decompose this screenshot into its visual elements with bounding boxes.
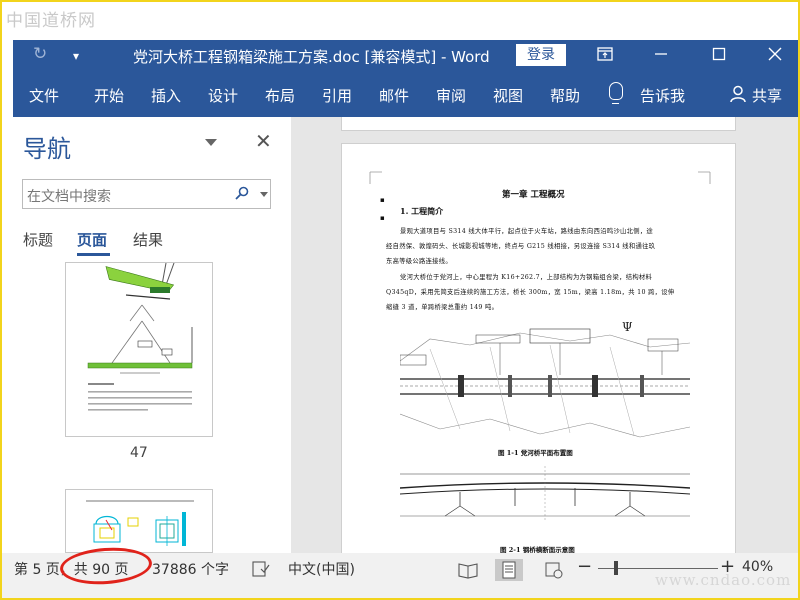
chapter-title: 第一章 工程概况 bbox=[502, 190, 565, 200]
cross-section-figure bbox=[400, 466, 690, 522]
tab-file[interactable]: 文件 bbox=[29, 85, 59, 106]
tab-help[interactable]: 帮助 bbox=[550, 85, 580, 106]
minimize-icon[interactable] bbox=[647, 42, 675, 70]
language-indicator[interactable]: 中文(中国) bbox=[288, 559, 355, 579]
bridge-plan-figure: Ψ bbox=[400, 320, 690, 438]
web-layout-icon[interactable] bbox=[540, 559, 568, 581]
print-layout-icon[interactable] bbox=[495, 559, 523, 581]
tab-design[interactable]: 设计 bbox=[208, 85, 238, 106]
tab-view[interactable]: 视图 bbox=[493, 85, 523, 106]
zoom-slider-thumb[interactable] bbox=[614, 561, 618, 575]
restore-icon[interactable] bbox=[705, 42, 733, 70]
paragraph-line: 党河大桥位于党河上，中心里程为 K16+262.7，上部结构为为钢箱组合梁，结构… bbox=[400, 274, 653, 281]
watermark-bottom: www.cndao.com bbox=[655, 571, 792, 589]
thumbnail-page-number: 47 bbox=[130, 445, 148, 461]
tab-insert[interactable]: 插入 bbox=[151, 85, 181, 106]
nav-options-dropdown-icon[interactable] bbox=[205, 139, 217, 146]
search-options-dropdown-icon[interactable] bbox=[260, 192, 268, 197]
share-button[interactable]: 共享 bbox=[752, 85, 782, 106]
paragraph-line: 缩缝 3 道，单跨桥梁总重约 149 吨。 bbox=[386, 304, 499, 311]
autosave-icon[interactable]: ↻ bbox=[33, 44, 47, 64]
bullet-mark: ▪ bbox=[380, 196, 385, 204]
watermark-strip: 中国道桥网 bbox=[2, 2, 798, 40]
page-thumbnail-48[interactable] bbox=[65, 489, 213, 553]
figure1-caption: 图 1-1 党河桥平面布置图 bbox=[498, 449, 573, 457]
tab-layout[interactable]: 布局 bbox=[265, 85, 295, 106]
title-bar: ↻ ▾ 党河大桥工程钢箱梁施工方案.doc [兼容模式] - Word 登录 bbox=[13, 40, 798, 72]
bullet-mark: ▪ bbox=[380, 214, 385, 222]
paragraph-line: 东高等级公路连接线。 bbox=[386, 258, 452, 265]
read-mode-icon[interactable] bbox=[454, 559, 482, 581]
tab-mailings[interactable]: 邮件 bbox=[379, 85, 409, 106]
close-window-icon[interactable] bbox=[761, 42, 789, 70]
navigation-pane: 导航 ✕ 在文档中搜索 标题 页面 结果 47 bbox=[13, 117, 291, 553]
document-title: 党河大桥工程钢箱梁施工方案.doc [兼容模式] - Word bbox=[133, 48, 490, 66]
search-icon[interactable] bbox=[235, 186, 249, 200]
svg-text:Ψ: Ψ bbox=[622, 320, 633, 334]
ribbon-display-options-icon[interactable] bbox=[591, 42, 619, 70]
search-input[interactable]: 在文档中搜索 bbox=[27, 186, 111, 206]
nav-search-box[interactable]: 在文档中搜索 bbox=[22, 179, 271, 209]
zoom-out-button[interactable]: − bbox=[577, 556, 592, 577]
paragraph-line: 景观大道项目与 S314 线大体平行，起点位于火车站，路线由东向西沿鸣沙山北侧，… bbox=[400, 228, 654, 235]
figure2-caption: 图 2-1 钢桥横断面示意图 bbox=[500, 546, 575, 553]
nav-title: 导航 bbox=[23, 135, 71, 163]
tab-references[interactable]: 引用 bbox=[322, 85, 352, 106]
tab-review[interactable]: 审阅 bbox=[436, 85, 466, 106]
login-button[interactable]: 登录 bbox=[516, 44, 566, 66]
lightbulb-icon[interactable] bbox=[609, 82, 623, 104]
active-tab-indicator bbox=[77, 253, 110, 256]
document-page[interactable]: 第一章 工程概况 ▪ 1. 工程简介 ▪ 景观大道项目与 S314 线大体平行，… bbox=[341, 143, 736, 553]
nav-close-icon[interactable]: ✕ bbox=[255, 129, 272, 153]
previous-page bbox=[341, 117, 736, 131]
watermark-top: 中国道桥网 bbox=[6, 11, 96, 31]
section-title: 1. 工程简介 bbox=[400, 206, 444, 216]
nav-tab-pages[interactable]: 页面 bbox=[77, 229, 107, 250]
customize-toolbar-icon[interactable]: ▾ bbox=[73, 49, 79, 63]
tell-me-button[interactable]: 告诉我 bbox=[640, 85, 685, 106]
paragraph-line: Q345qD，采用先简支后连续的施工方法，桥长 300m，宽 15m，梁高 1.… bbox=[386, 289, 675, 296]
paragraph-line: 经自然保、敦煌码头、长城影视城等地，终点与 G215 线相接，另设连接 S314… bbox=[386, 243, 656, 250]
proofing-icon[interactable] bbox=[252, 561, 270, 577]
ribbon-tabs: 文件 开始 插入 设计 布局 引用 邮件 审阅 视图 帮助 告诉我 共享 bbox=[13, 72, 798, 117]
share-person-icon[interactable] bbox=[730, 85, 748, 103]
tab-home[interactable]: 开始 bbox=[94, 85, 124, 106]
word-count-indicator[interactable]: 37886 个字 bbox=[152, 559, 229, 579]
nav-tab-headings[interactable]: 标题 bbox=[23, 229, 53, 250]
nav-tab-results[interactable]: 结果 bbox=[133, 229, 163, 250]
page-thumbnail-47[interactable] bbox=[65, 262, 213, 437]
document-area[interactable]: 第一章 工程概况 ▪ 1. 工程简介 ▪ 景观大道项目与 S314 线大体平行，… bbox=[291, 117, 798, 553]
